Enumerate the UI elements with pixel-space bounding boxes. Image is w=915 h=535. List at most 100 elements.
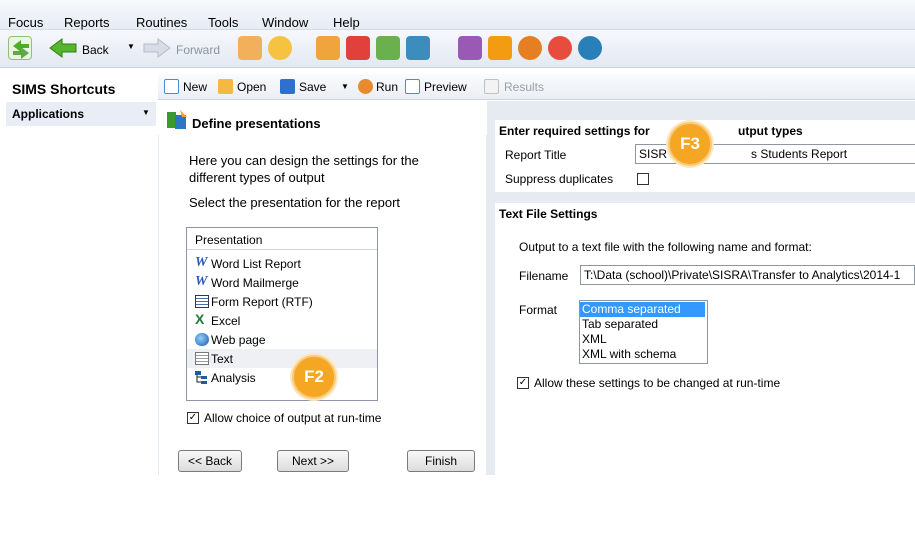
analysis-icon (195, 371, 209, 384)
back-button[interactable]: Back (82, 43, 109, 57)
menu-routines[interactable]: Routines (136, 15, 187, 30)
output-description: Output to a text file with the following… (519, 240, 812, 254)
forward-arrow-icon[interactable] (142, 38, 172, 58)
results-button[interactable]: Results (504, 80, 544, 94)
navigation-toolbar: Back ▼ Forward (0, 30, 915, 68)
allow-change-label: Allow these settings to be changed at ru… (534, 376, 781, 390)
report-toolbar: New Open Save ▼ Run Preview Results (158, 74, 915, 100)
next-button[interactable]: Next >> (277, 450, 349, 472)
applications-label: Applications (12, 107, 85, 121)
student-icon[interactable] (518, 36, 542, 60)
user-settings-icon[interactable] (578, 36, 602, 60)
list-item-label: Text (211, 352, 234, 366)
sims-shortcuts-title: SIMS Shortcuts (6, 75, 156, 101)
list-item-label: Excel (211, 314, 241, 328)
people-group-icon[interactable] (238, 36, 262, 60)
list-header-label: Presentation (195, 233, 263, 247)
word-icon: W (195, 255, 208, 270)
format-listbox[interactable]: Comma separated Tab separated XML XML wi… (579, 300, 708, 364)
preview-icon (405, 79, 420, 94)
folder-icon[interactable] (316, 36, 340, 60)
run-gear-icon (358, 79, 373, 94)
preview-button[interactable]: Preview (424, 80, 467, 94)
text-file-settings-title: Text File Settings (499, 207, 598, 221)
filename-input[interactable]: T:\Data (school)\Private\SISRA\Transfer … (580, 265, 915, 285)
list-item-text[interactable]: Text (187, 349, 377, 368)
switch-arrows-icon[interactable] (8, 36, 32, 60)
report-title-value-tail: s Students Report (751, 147, 848, 161)
applications-item[interactable]: Applications ▼ (6, 102, 156, 126)
list-item-label: Form Report (RTF) (211, 295, 313, 309)
open-folder-icon (218, 79, 233, 94)
excel-icon: X (195, 311, 205, 327)
list-item-label: Analysis (211, 371, 256, 385)
forward-button[interactable]: Forward (176, 43, 220, 57)
globe-icon (195, 333, 209, 346)
report-title-value: SISR (639, 147, 668, 161)
list-item-form-report[interactable]: Form Report (RTF) (187, 292, 377, 311)
allow-choice-checkbox[interactable]: ✓ (187, 412, 199, 424)
format-label: Format (519, 303, 558, 317)
open-button[interactable]: Open (237, 80, 266, 94)
text-file-icon (195, 352, 209, 365)
presentation-list[interactable]: Presentation W Word List Report W Word M… (186, 227, 378, 401)
f3-callout-badge: F3 (668, 122, 712, 166)
save-button[interactable]: Save (299, 80, 326, 94)
list-item-word-list-report[interactable]: W Word List Report (187, 254, 377, 273)
menu-tools[interactable]: Tools (208, 15, 238, 30)
format-option-tab[interactable]: Tab separated (580, 317, 705, 332)
chevron-down-icon[interactable]: ▼ (142, 108, 150, 117)
form-report-icon (195, 295, 209, 308)
person-icon[interactable] (268, 36, 292, 60)
menu-help[interactable]: Help (333, 15, 360, 30)
menu-focus[interactable]: Focus (8, 15, 43, 30)
chart-icon[interactable] (458, 36, 482, 60)
results-icon (484, 79, 499, 94)
required-settings-title-tail: utput types (738, 124, 803, 138)
wizard-header: Define presentations (158, 101, 487, 135)
save-dropdown-icon[interactable]: ▼ (341, 82, 349, 91)
text-file-settings-section: Text File Settings Output to a text file… (495, 203, 915, 475)
run-button[interactable]: Run (376, 80, 398, 94)
list-item-web-page[interactable]: Web page (187, 330, 377, 349)
document-chart-icon[interactable] (376, 36, 400, 60)
assessment-icon[interactable] (488, 36, 512, 60)
allow-change-checkbox[interactable]: ✓ (517, 377, 529, 389)
new-button[interactable]: New (183, 80, 207, 94)
list-item-label: Word Mailmerge (211, 276, 299, 290)
flag-icon[interactable] (346, 36, 370, 60)
report-title-label: Report Title (505, 148, 567, 162)
select-prompt: Select the presentation for the report (189, 195, 401, 210)
menu-reports[interactable]: Reports (64, 15, 110, 30)
wizard-title: Define presentations (192, 116, 321, 131)
new-document-icon (164, 79, 179, 94)
required-settings-title: Enter required settings for (499, 124, 650, 138)
filename-label: Filename (519, 269, 569, 283)
format-option-xml-schema[interactable]: XML with schema (580, 347, 705, 362)
format-option-comma[interactable]: Comma separated (580, 302, 705, 317)
list-item-analysis[interactable]: Analysis (187, 368, 377, 387)
allow-choice-label: Allow choice of output at run-time (204, 411, 382, 425)
suppress-duplicates-label: Suppress duplicates (505, 172, 614, 186)
clock-icon[interactable] (548, 36, 572, 60)
list-item-label: Word List Report (211, 257, 301, 271)
finish-button[interactable]: Finish (407, 450, 475, 472)
staff-icon[interactable] (406, 36, 430, 60)
list-item-label: Web page (211, 333, 266, 347)
menu-window[interactable]: Window (262, 15, 308, 30)
wizard-intro: Here you can design the settings for the… (189, 153, 419, 185)
presentation-wizard-icon (166, 109, 188, 131)
shortcuts-panel (6, 126, 156, 475)
word-icon: W (195, 274, 208, 289)
list-item-excel[interactable]: X Excel (187, 311, 377, 330)
suppress-duplicates-checkbox[interactable] (637, 173, 649, 185)
save-disk-icon (280, 79, 295, 94)
menu-bar: Focus Reports Routines Tools Window Help (0, 0, 915, 30)
back-dropdown-icon[interactable]: ▼ (127, 42, 135, 51)
back-arrow-icon[interactable] (48, 38, 78, 58)
list-header: Presentation (187, 228, 377, 250)
format-option-xml[interactable]: XML (580, 332, 705, 347)
f2-callout-badge: F2 (292, 355, 336, 399)
back-wizard-button[interactable]: << Back (178, 450, 242, 472)
list-item-word-mailmerge[interactable]: W Word Mailmerge (187, 273, 377, 292)
